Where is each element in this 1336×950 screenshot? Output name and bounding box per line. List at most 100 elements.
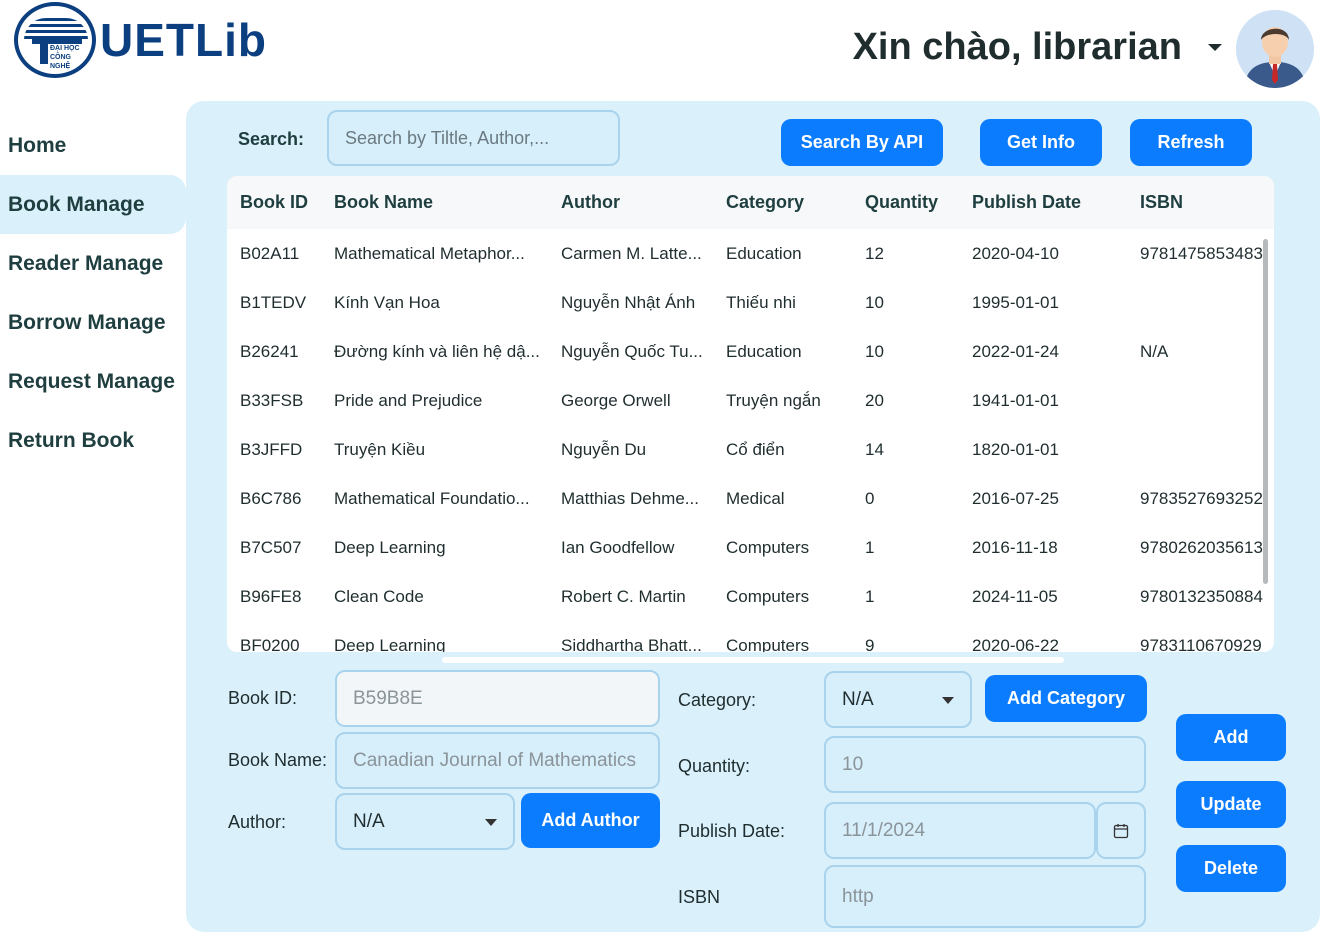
table-cell: Medical: [726, 488, 785, 508]
table-cell: N/A: [1140, 341, 1169, 361]
table-cell: 9: [865, 635, 875, 653]
quantity-field[interactable]: 10: [824, 736, 1146, 793]
table-cell: Robert C. Martin: [561, 586, 686, 606]
book-name-field[interactable]: Canadian Journal of Mathematics: [335, 732, 660, 789]
table-cell: Carmen M. Latte...: [561, 243, 702, 263]
book-id-field: B59B8E: [335, 670, 660, 727]
table-cell: Deep Learning: [334, 537, 446, 557]
table-cell: 10: [865, 292, 884, 312]
chevron-down-icon: [942, 696, 954, 704]
table-cell: 0: [865, 488, 875, 508]
table-cell: Nguyễn Nhật Ánh: [561, 292, 696, 312]
table-cell: 2016-07-25: [972, 488, 1059, 508]
table-cell: B96FE8: [240, 586, 302, 606]
refresh-button[interactable]: Refresh: [1130, 119, 1252, 166]
calendar-icon: [1113, 823, 1129, 838]
author-select[interactable]: N/A: [335, 793, 515, 850]
sidebar-item-return-book[interactable]: Return Book: [0, 411, 186, 470]
column-header[interactable]: Quantity: [865, 192, 965, 213]
table-row[interactable]: B96FE8 Clean Code Robert C. Martin Computer…: [227, 572, 1274, 621]
author-label: Author:: [228, 812, 287, 832]
table-row[interactable]: BF0200 Deep Learning Siddhartha Bhatt... Co…: [227, 621, 1274, 653]
table-cell: 14: [865, 439, 884, 459]
isbn-label: ISBN: [678, 887, 721, 907]
table-row[interactable]: B3JFFD Truyện Kiều Nguyễn Du Cổ điển 14 1820-…: [227, 425, 1274, 474]
add-button[interactable]: Add: [1176, 714, 1286, 761]
table-cell: Computers: [726, 586, 810, 606]
book-id-label: Book ID:: [228, 688, 298, 708]
table-cell: Nguyễn Du: [561, 439, 647, 459]
table-cell: 2024-11-05: [972, 586, 1058, 606]
table-cell: 1941-01-01: [972, 390, 1059, 410]
column-header[interactable]: Author: [561, 192, 709, 213]
table-cell: Thiếu nhi: [726, 292, 796, 312]
table-row[interactable]: B33FSB Pride and Prejudice George Orwell Tr…: [227, 376, 1274, 425]
table-row[interactable]: B7C507 Deep Learning Ian Goodfellow Compute…: [227, 523, 1274, 572]
greeting-text: Xin chào, librarian: [852, 26, 1182, 68]
calendar-picker-button[interactable]: [1096, 802, 1146, 859]
avatar[interactable]: [1236, 10, 1314, 88]
category-select[interactable]: N/A: [824, 671, 972, 728]
add-category-button[interactable]: Add Category: [985, 675, 1147, 722]
table-cell: B26241: [240, 341, 299, 361]
search-by-api-button[interactable]: Search By API: [781, 119, 943, 166]
table-cell: Education: [726, 341, 802, 361]
table-row[interactable]: B6C786 Mathematical Foundatio... Matthias …: [227, 474, 1274, 523]
category-label: Category:: [678, 690, 757, 710]
delete-button[interactable]: Delete: [1176, 845, 1286, 892]
user-menu-chevron-down-icon[interactable]: [1208, 44, 1222, 51]
table-vertical-scrollbar[interactable]: [1263, 239, 1268, 584]
isbn-field[interactable]: http: [824, 865, 1146, 928]
publish-date-field[interactable]: 11/1/2024: [824, 802, 1096, 859]
table-cell: Education: [726, 243, 802, 263]
table-cell: 20: [865, 390, 884, 410]
table-cell: B02A11: [240, 243, 300, 263]
logo: ĐẠI HỌC CÔNG NGHỆ UETLib: [14, 2, 267, 78]
column-header[interactable]: Book Name: [334, 192, 544, 213]
publish-date-label: Publish Date:: [678, 821, 786, 841]
search-input[interactable]: [327, 110, 620, 166]
category-select-value: N/A: [842, 688, 874, 710]
table-cell: 1995-01-01: [972, 292, 1059, 312]
table-cell: Đường kính và liên hệ dậ...: [334, 341, 540, 361]
table-row[interactable]: B1TEDV Kính Vạn Hoa Nguyễn Nhật Ánh Thiếu n…: [227, 278, 1274, 327]
table-cell: 9783527693252: [1140, 488, 1263, 508]
table-cell: Clean Code: [334, 586, 424, 606]
table-cell: Deep Learning: [334, 635, 446, 653]
table-cell: 1: [865, 586, 875, 606]
table-cell: Cổ điển: [726, 439, 785, 459]
sidebar-item-reader-manage[interactable]: Reader Manage: [0, 234, 186, 293]
app-root: ĐẠI HỌC CÔNG NGHỆ UETLib Xin chào, libra…: [0, 0, 1336, 950]
get-info-button[interactable]: Get Info: [980, 119, 1102, 166]
sidebar-item-request-manage[interactable]: Request Manage: [0, 352, 186, 411]
logo-text: UETLib: [100, 14, 267, 66]
table-cell: Mathematical Foundatio...: [334, 488, 530, 508]
table-cell: Matthias Dehme...: [561, 488, 699, 508]
logo-emblem-icon: ĐẠI HỌC CÔNG NGHỆ: [14, 2, 96, 78]
table-cell: 9783110670929: [1140, 635, 1262, 653]
column-header[interactable]: Category: [726, 192, 856, 213]
table-horizontal-scrollbar[interactable]: [442, 657, 1064, 663]
update-button[interactable]: Update: [1176, 781, 1286, 828]
table-cell: George Orwell: [561, 390, 671, 410]
table-row[interactable]: B26241 Đường kính và liên hệ dậ... Nguyễn …: [227, 327, 1274, 376]
books-table: Book ID Book Name Author Category Quantity Pu…: [227, 176, 1274, 652]
table-cell: 10: [865, 341, 884, 361]
table-cell: Computers: [726, 537, 810, 557]
table-cell: Pride and Prejudice: [334, 390, 483, 410]
sidebar-item-book-manage[interactable]: Book Manage: [0, 175, 186, 234]
table-cell: B7C507: [240, 537, 302, 557]
column-header[interactable]: Publish Date: [972, 192, 1132, 213]
column-header[interactable]: Book ID: [240, 192, 330, 213]
table-cell: 2020-06-22: [972, 635, 1059, 653]
sidebar-item-borrow-manage[interactable]: Borrow Manage: [0, 293, 186, 352]
sidebar-item-home[interactable]: Home: [0, 116, 186, 175]
table-cell: 12: [865, 243, 884, 263]
table-cell: B6C786: [240, 488, 302, 508]
add-author-button[interactable]: Add Author: [521, 793, 660, 848]
table-row[interactable]: B02A11 Mathematical Metaphor... Carmen M. …: [227, 229, 1274, 278]
column-header[interactable]: ISBN: [1140, 192, 1270, 213]
chevron-down-icon: [485, 818, 497, 826]
table-cell: 2020-04-10: [972, 243, 1059, 263]
table-cell: Siddhartha Bhatt...: [561, 635, 702, 653]
